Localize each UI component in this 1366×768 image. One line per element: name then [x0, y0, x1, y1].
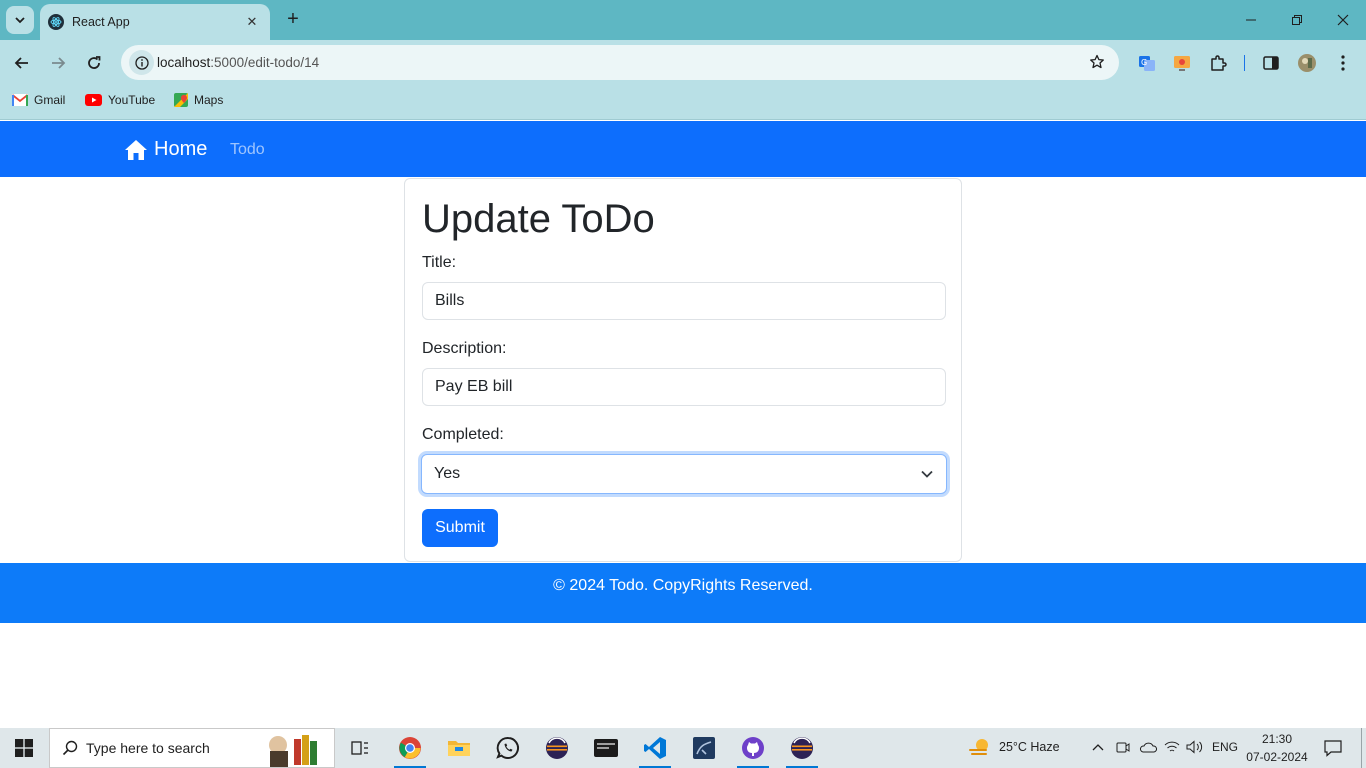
youtube-icon: [85, 94, 102, 106]
notification-icon[interactable]: [1324, 739, 1342, 762]
bookmark-label: Gmail: [34, 93, 66, 107]
minimize-button[interactable]: [1228, 0, 1274, 40]
taskbar-file-explorer[interactable]: [439, 728, 479, 768]
chevron-down-icon: [15, 17, 25, 24]
database-client-icon: [594, 739, 618, 757]
page-title: Update ToDo: [422, 197, 655, 241]
title-label: Title:: [422, 254, 457, 271]
show-desktop-button[interactable]: [1361, 728, 1362, 768]
footer-text: © 2024 Todo. CopyRights Reserved.: [553, 577, 813, 594]
tab-strip: React App ✕ +: [0, 0, 1366, 40]
svg-text:G: G: [1141, 58, 1147, 67]
weather-text[interactable]: 25°C Haze: [999, 740, 1060, 754]
eclipse-icon: [791, 737, 813, 759]
bookmark-youtube[interactable]: YouTube: [85, 93, 155, 107]
taskbar-vscode[interactable]: [635, 728, 675, 768]
arrow-left-icon: [14, 57, 28, 69]
title-input[interactable]: Bills: [422, 282, 946, 320]
description-label: Description:: [422, 340, 507, 357]
clock-date: 07-02-2024: [1246, 750, 1308, 764]
taskbar-github-desktop[interactable]: [733, 728, 773, 768]
search-icon: [62, 740, 78, 756]
reload-button[interactable]: [80, 49, 108, 77]
translate-extension-icon[interactable]: G: [1136, 52, 1158, 74]
workbench-icon: [693, 737, 715, 759]
weather-icon[interactable]: [968, 737, 992, 764]
folder-icon: [448, 741, 470, 756]
vscode-icon: [644, 737, 666, 759]
start-button[interactable]: [0, 728, 48, 768]
task-view-icon: [351, 741, 368, 755]
navbar-brand-home[interactable]: Home: [124, 138, 207, 161]
nav-link-todo[interactable]: Todo: [230, 141, 265, 159]
completed-selected-value: Yes: [434, 465, 461, 482]
task-view-button[interactable]: [340, 728, 380, 768]
tab-search-button[interactable]: [6, 6, 34, 34]
bookmark-star-icon[interactable]: [1089, 54, 1105, 75]
description-input[interactable]: Pay EB bill: [422, 368, 946, 406]
site-info-icon[interactable]: [129, 50, 154, 75]
taskbar-eclipse-2[interactable]: [782, 728, 822, 768]
taskbar-whatsapp[interactable]: [488, 728, 528, 768]
bookmark-maps[interactable]: Maps: [174, 93, 223, 107]
reload-icon: [88, 56, 101, 69]
forward-button[interactable]: [44, 49, 72, 77]
bookmark-label: YouTube: [108, 93, 156, 107]
taskbar-mysql-client[interactable]: [586, 728, 626, 768]
windows-taskbar: Type here to search 25°C Haze ENG 21:30 …: [0, 728, 1366, 768]
url-text: localhost:5000/edit-todo/14: [157, 55, 319, 70]
url-host: localhost: [157, 55, 211, 70]
taskbar-search-box[interactable]: Type here to search: [49, 728, 335, 768]
onedrive-icon[interactable]: [1139, 740, 1158, 759]
close-window-button[interactable]: [1320, 0, 1366, 40]
chevron-up-icon[interactable]: [1092, 741, 1104, 759]
gmail-icon: [12, 94, 28, 106]
arrow-right-icon: [52, 57, 66, 69]
bookmark-label: Maps: [194, 93, 224, 107]
submit-button[interactable]: Submit: [422, 509, 498, 547]
toolbar-divider: [1244, 55, 1245, 71]
update-todo-card: Update ToDo Title: Bills Description: Pa…: [404, 178, 962, 562]
brand-label: Home: [154, 138, 208, 160]
taskbar-chrome[interactable]: [390, 728, 430, 768]
react-icon: [48, 14, 64, 30]
side-panel-icon[interactable]: [1260, 52, 1282, 74]
taskbar-eclipse[interactable]: [537, 728, 577, 768]
profile-avatar[interactable]: [1296, 52, 1318, 74]
github-icon: [742, 737, 764, 759]
page-footer: © 2024 Todo. CopyRights Reserved.: [0, 563, 1366, 623]
restore-button[interactable]: [1274, 0, 1320, 40]
more-menu-icon[interactable]: [1332, 52, 1354, 74]
browser-tab[interactable]: React App ✕: [40, 4, 270, 40]
url-path: :5000/edit-todo/14: [210, 55, 320, 70]
system-clock[interactable]: 21:30 07-02-2024: [1244, 730, 1310, 766]
eclipse-icon: [546, 737, 568, 759]
address-bar[interactable]: localhost:5000/edit-todo/14: [121, 45, 1119, 80]
screen-extension-icon[interactable]: [1171, 52, 1193, 74]
back-button[interactable]: [8, 49, 36, 77]
new-tab-button[interactable]: +: [282, 8, 304, 30]
bookmarks-bar: Gmail YouTube Maps: [0, 86, 1366, 120]
search-placeholder: Type here to search: [86, 740, 210, 756]
tab-close-icon[interactable]: ✕: [244, 14, 260, 30]
wifi-icon[interactable]: [1164, 740, 1180, 759]
taskbar-mysql-workbench[interactable]: [684, 728, 724, 768]
maps-icon: [174, 93, 188, 107]
home-icon: [125, 139, 147, 160]
whatsapp-icon: [496, 736, 519, 759]
search-highlight-illustration: [269, 735, 317, 767]
app-navbar: Home Todo: [0, 121, 1366, 177]
meet-now-icon[interactable]: [1116, 740, 1130, 759]
chevron-down-icon: [921, 470, 933, 478]
puzzle-icon[interactable]: [1207, 52, 1229, 74]
bookmark-gmail[interactable]: Gmail: [12, 93, 65, 107]
tab-title: React App: [72, 15, 130, 29]
chrome-icon: [399, 737, 421, 759]
language-indicator[interactable]: ENG: [1212, 740, 1238, 754]
completed-select[interactable]: Yes: [421, 454, 947, 494]
volume-icon[interactable]: [1186, 740, 1204, 759]
clock-time: 21:30: [1261, 732, 1293, 746]
completed-label: Completed:: [422, 426, 504, 443]
windows-icon: [15, 739, 33, 757]
